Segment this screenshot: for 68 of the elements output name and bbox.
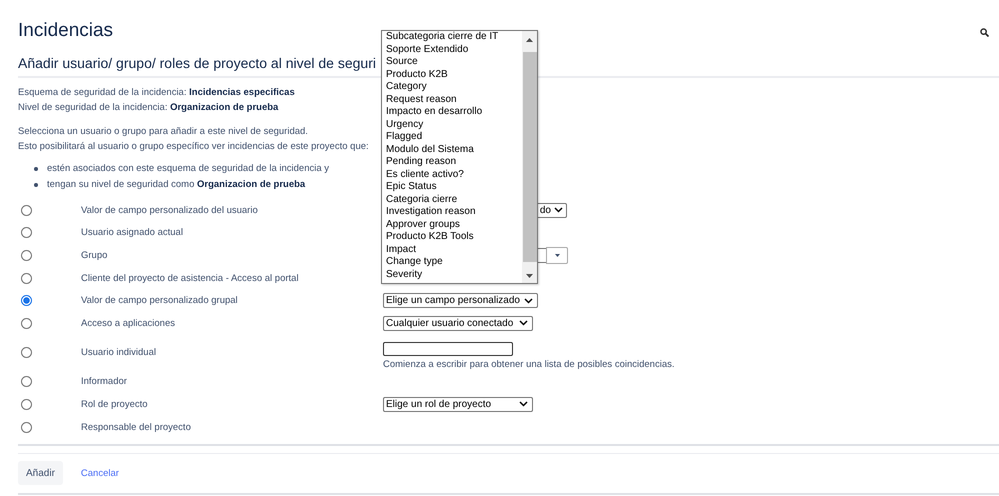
option-label: Valor de campo personalizado grupal (81, 295, 239, 306)
chevron-icon (524, 298, 533, 304)
bullet-icon (34, 183, 38, 187)
dropdown-option[interactable]: Producto K2B Tools (386, 231, 522, 244)
dropdown-option[interactable]: Category (386, 81, 522, 94)
condition-text: estén asociados con este esquema de seguridad de la incidencia y (47, 162, 330, 176)
dropdown-option[interactable]: Impact (386, 244, 522, 256)
option-label: Usuario individual (81, 347, 157, 358)
info-line: Esquema de seguridad de la incidencia: Incidencias especificas (18, 86, 295, 100)
option-label: Grupo (81, 250, 108, 261)
dropdown-option[interactable]: Es cliente activo? (386, 168, 522, 181)
scrollbar[interactable] (522, 31, 537, 283)
add-button[interactable]: Añadir (18, 461, 63, 486)
radio-button[interactable] (21, 376, 32, 388)
dropdown-option[interactable]: Subcategoria cierre de IT (386, 31, 522, 44)
radio-button[interactable] (21, 250, 32, 261)
option-label: Cliente del proyecto de asistencia - Acceso al portal (81, 272, 300, 284)
hint-text: Comienza a escribir para obtener una lista de posibles coincidencias. (383, 359, 676, 370)
select-field[interactable]: Elige un campo personalizado (383, 293, 538, 308)
dropdown-option[interactable]: Pending reason (386, 156, 522, 168)
dropdown-option[interactable]: Impacto en desarrollo (386, 106, 522, 118)
radio-button[interactable] (21, 318, 32, 329)
condition-text: tengan su nivel de seguridad como Organizacion de prueba (47, 178, 306, 192)
dropdown-option[interactable]: Source (386, 56, 522, 68)
radio-button[interactable] (21, 272, 32, 284)
radio-button[interactable] (21, 347, 32, 358)
chevron-icon (519, 320, 528, 326)
search-icon[interactable] (980, 28, 989, 36)
dropdown-option[interactable]: Categoria cierre (386, 194, 522, 206)
dropdown-option[interactable]: Investigation reason (386, 206, 522, 218)
dropdown-option[interactable]: Epic Status (386, 181, 522, 194)
page-title: Incidencias (18, 19, 114, 43)
radio-button[interactable] (21, 295, 32, 306)
option-label: Responsable del proyecto (81, 422, 192, 433)
intro-text: Selecciona un usuario o grupo para añadir a este nivel de seguridad. (18, 125, 308, 139)
dropdown-option[interactable]: Request reason (386, 94, 522, 106)
select-field[interactable]: Elige un rol de proyecto (383, 396, 533, 412)
dropdown-button[interactable] (546, 247, 568, 264)
radio-button[interactable] (21, 398, 32, 410)
radio-button[interactable] (21, 227, 32, 238)
dropdown-option[interactable]: Producto K2B (386, 68, 522, 81)
scroll-thumb[interactable] (522, 52, 536, 262)
scroll-down-icon[interactable] (526, 274, 533, 278)
bullet-icon (34, 167, 38, 171)
dropdown-option[interactable]: Soporte Extendido (386, 44, 522, 56)
info-line: Nivel de seguridad de la incidencia: Organizacion de prueba (18, 101, 278, 115)
dropdown-option[interactable]: Urgency (386, 118, 522, 131)
option-label: Valor de campo personalizado del usuario (81, 204, 259, 216)
option-label: Acceso a aplicaciones (81, 318, 176, 329)
dropdown-option[interactable]: Flagged (386, 131, 522, 144)
scroll-up-icon[interactable] (526, 38, 533, 42)
option-label: Rol de proyecto (81, 398, 149, 410)
option-label: Usuario asignado actual (81, 227, 184, 238)
radio-button[interactable] (21, 204, 32, 216)
dropdown-option[interactable]: Modulo del Sistema (386, 144, 522, 156)
intro-text: Esto posibilitará al usuario o grupo específico ver incidencias de este proyecto que: (18, 140, 369, 154)
select-field[interactable]: Cualquier usuario conectado (383, 316, 533, 331)
dropdown-option[interactable]: Approver groups (386, 218, 522, 231)
option-label: Informador (81, 376, 128, 388)
chevron-icon (554, 207, 563, 214)
dropdown-option[interactable]: Change type (386, 256, 522, 268)
dropdown-option[interactable]: Severity (386, 268, 522, 281)
user-input[interactable] (383, 342, 513, 356)
chevron-icon (519, 401, 528, 408)
cancel-link[interactable]: Cancelar (80, 468, 119, 479)
caret-icon (554, 254, 560, 258)
section-title: Añadir usuario/ grupo/ roles de proyecto al nivel de seguri (18, 55, 376, 71)
radio-button[interactable] (21, 422, 32, 433)
